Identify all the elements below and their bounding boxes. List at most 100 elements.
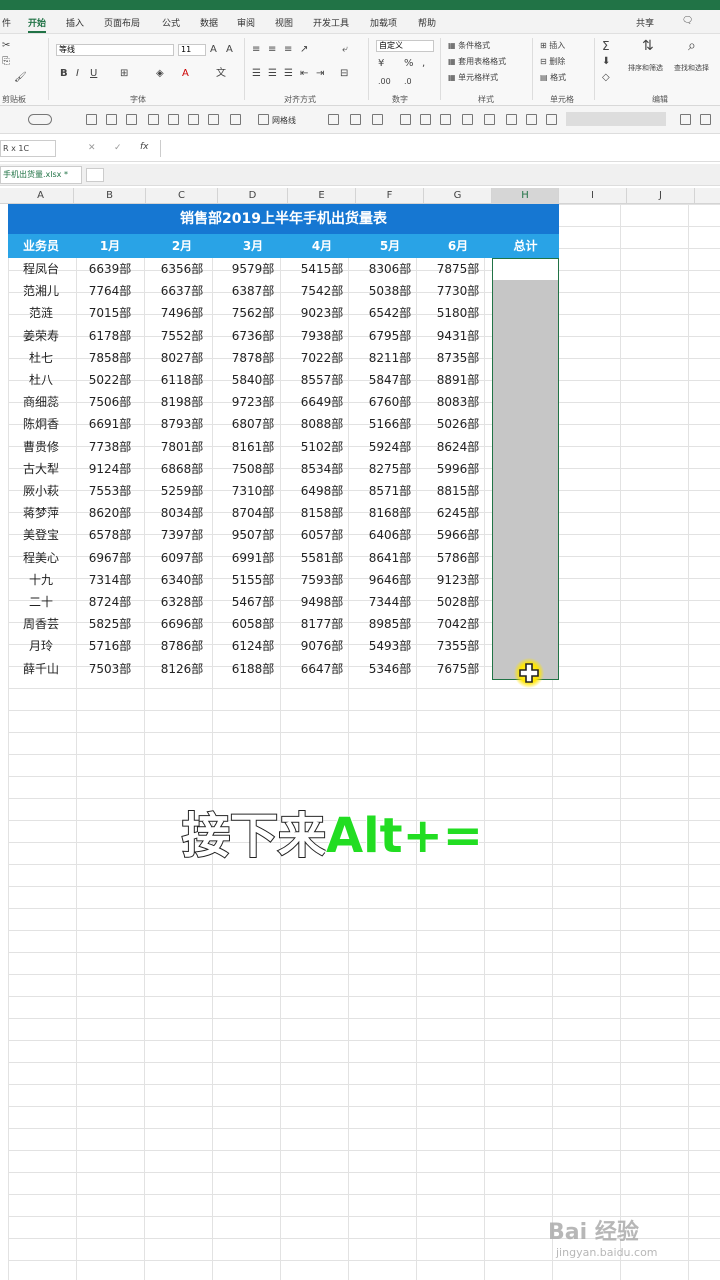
value-cell[interactable]: 8168部 bbox=[356, 502, 424, 524]
underline-icon[interactable]: U bbox=[90, 68, 97, 80]
name-cell[interactable]: 十九 bbox=[8, 569, 74, 591]
tool-icon[interactable] bbox=[230, 114, 241, 125]
value-cell[interactable]: 5180部 bbox=[424, 302, 492, 324]
value-cell[interactable]: 8557部 bbox=[288, 369, 356, 391]
gridlines-checkbox[interactable] bbox=[258, 114, 269, 125]
value-cell[interactable]: 5166部 bbox=[356, 413, 424, 435]
value-cell[interactable]: 6760部 bbox=[356, 391, 424, 413]
tab-review[interactable]: 审阅 bbox=[237, 16, 255, 29]
value-cell[interactable]: 7553部 bbox=[74, 480, 146, 502]
cut-icon[interactable]: ✂ bbox=[2, 40, 10, 52]
value-cell[interactable]: 8891部 bbox=[424, 369, 492, 391]
value-cell[interactable]: 7552部 bbox=[146, 325, 218, 347]
value-cell[interactable]: 6406部 bbox=[356, 524, 424, 546]
value-cell[interactable]: 8534部 bbox=[288, 458, 356, 480]
value-cell[interactable]: 8786部 bbox=[146, 635, 218, 657]
value-cell[interactable]: 7042部 bbox=[424, 613, 492, 635]
value-cell[interactable]: 7508部 bbox=[218, 458, 288, 480]
name-box[interactable]: R x 1C bbox=[0, 140, 56, 157]
value-cell[interactable]: 7015部 bbox=[74, 302, 146, 324]
tab-page-layout[interactable]: 页面布局 bbox=[104, 16, 140, 29]
find-select-icon[interactable]: ⌕ bbox=[688, 39, 696, 53]
value-cell[interactable]: 8571部 bbox=[356, 480, 424, 502]
tab-home[interactable]: 开始 bbox=[28, 16, 47, 33]
value-cell[interactable]: 7397部 bbox=[146, 524, 218, 546]
value-cell[interactable]: 7858部 bbox=[74, 347, 146, 369]
value-cell[interactable]: 5716部 bbox=[74, 635, 146, 657]
value-cell[interactable]: 5996部 bbox=[424, 458, 492, 480]
value-cell[interactable]: 5493部 bbox=[356, 635, 424, 657]
tool-icon[interactable] bbox=[328, 114, 339, 125]
name-cell[interactable]: 陈炯香 bbox=[8, 413, 74, 435]
name-cell[interactable]: 美登宝 bbox=[8, 524, 74, 546]
name-cell[interactable]: 蒋梦萍 bbox=[8, 502, 74, 524]
tool-icon[interactable] bbox=[462, 114, 473, 125]
tool-icon[interactable] bbox=[350, 114, 361, 125]
percent-icon[interactable]: % bbox=[404, 58, 414, 70]
value-cell[interactable]: 6245部 bbox=[424, 502, 492, 524]
value-cell[interactable]: 7764部 bbox=[74, 280, 146, 302]
conditional-format-button[interactable]: ▦ 条件格式 bbox=[448, 40, 490, 52]
value-cell[interactable]: 7344部 bbox=[356, 591, 424, 613]
value-cell[interactable]: 9076部 bbox=[288, 635, 356, 657]
column-header[interactable]: D bbox=[218, 188, 288, 204]
value-cell[interactable]: 5847部 bbox=[356, 369, 424, 391]
value-cell[interactable]: 7314部 bbox=[74, 569, 146, 591]
symbol-icon[interactable] bbox=[400, 114, 411, 125]
value-cell[interactable]: 5467部 bbox=[218, 591, 288, 613]
value-cell[interactable]: 6696部 bbox=[146, 613, 218, 635]
value-cell[interactable]: 7938部 bbox=[288, 325, 356, 347]
column-header-selected[interactable]: H bbox=[492, 188, 559, 204]
header-cell[interactable]: 2月 bbox=[146, 234, 218, 258]
header-cell[interactable]: 业务员 bbox=[8, 234, 74, 258]
value-cell[interactable]: 8620部 bbox=[74, 502, 146, 524]
value-cell[interactable]: 6124部 bbox=[218, 635, 288, 657]
format-painter-icon[interactable]: 🖌 bbox=[14, 72, 27, 84]
value-cell[interactable]: 5028部 bbox=[424, 591, 492, 613]
insert-cells-button[interactable]: ⊞ 插入 bbox=[540, 40, 565, 52]
header-cell[interactable]: 总计 bbox=[492, 234, 559, 258]
tool-icon[interactable] bbox=[126, 114, 137, 125]
italic-icon[interactable]: I bbox=[76, 68, 79, 80]
comma-icon[interactable]: , bbox=[422, 58, 425, 70]
value-cell[interactable]: 7878部 bbox=[218, 347, 288, 369]
merge-center-icon[interactable]: ⊟ bbox=[340, 68, 348, 80]
new-tab-button[interactable] bbox=[86, 168, 104, 182]
value-cell[interactable]: 6340部 bbox=[146, 569, 218, 591]
value-cell[interactable]: 6807部 bbox=[218, 413, 288, 435]
name-cell[interactable]: 月玲 bbox=[8, 635, 74, 657]
value-cell[interactable]: 9646部 bbox=[356, 569, 424, 591]
autosum-icon[interactable]: Σ bbox=[602, 40, 610, 52]
value-cell[interactable]: 5155部 bbox=[218, 569, 288, 591]
font-color-icon[interactable]: A bbox=[182, 68, 189, 80]
align-bottom-icon[interactable]: ≡ bbox=[284, 44, 292, 56]
decrease-decimal-icon[interactable]: .0 bbox=[404, 76, 412, 88]
header-cell[interactable]: 6月 bbox=[424, 234, 492, 258]
value-cell[interactable]: 8624部 bbox=[424, 436, 492, 458]
border-icon[interactable]: ⊞ bbox=[120, 68, 128, 80]
decrease-font-icon[interactable]: A bbox=[226, 44, 233, 56]
share-button[interactable]: 共享 bbox=[636, 16, 654, 29]
currency-icon[interactable]: ¥ bbox=[378, 58, 384, 70]
name-cell[interactable]: 二十 bbox=[8, 591, 74, 613]
column-header[interactable]: A bbox=[8, 188, 74, 204]
value-cell[interactable]: 5786部 bbox=[424, 547, 492, 569]
value-cell[interactable]: 9579部 bbox=[218, 258, 288, 280]
toggle-icon[interactable] bbox=[28, 114, 52, 125]
increase-font-icon[interactable]: A bbox=[210, 44, 217, 56]
value-cell[interactable]: 7675部 bbox=[424, 658, 492, 680]
tool-icon[interactable] bbox=[440, 114, 451, 125]
font-name-select[interactable]: 等线 bbox=[56, 44, 174, 56]
value-cell[interactable]: 6649部 bbox=[288, 391, 356, 413]
value-cell[interactable]: 8985部 bbox=[356, 613, 424, 635]
value-cell[interactable]: 5840部 bbox=[218, 369, 288, 391]
value-cell[interactable]: 5259部 bbox=[146, 480, 218, 502]
value-cell[interactable]: 8083部 bbox=[424, 391, 492, 413]
value-cell[interactable]: 8641部 bbox=[356, 547, 424, 569]
value-cell[interactable]: 6498部 bbox=[288, 480, 356, 502]
header-cell[interactable]: 5月 bbox=[356, 234, 424, 258]
value-cell[interactable]: 9431部 bbox=[424, 325, 492, 347]
value-cell[interactable]: 6188部 bbox=[218, 658, 288, 680]
value-cell[interactable]: 6691部 bbox=[74, 413, 146, 435]
value-cell[interactable]: 9124部 bbox=[74, 458, 146, 480]
